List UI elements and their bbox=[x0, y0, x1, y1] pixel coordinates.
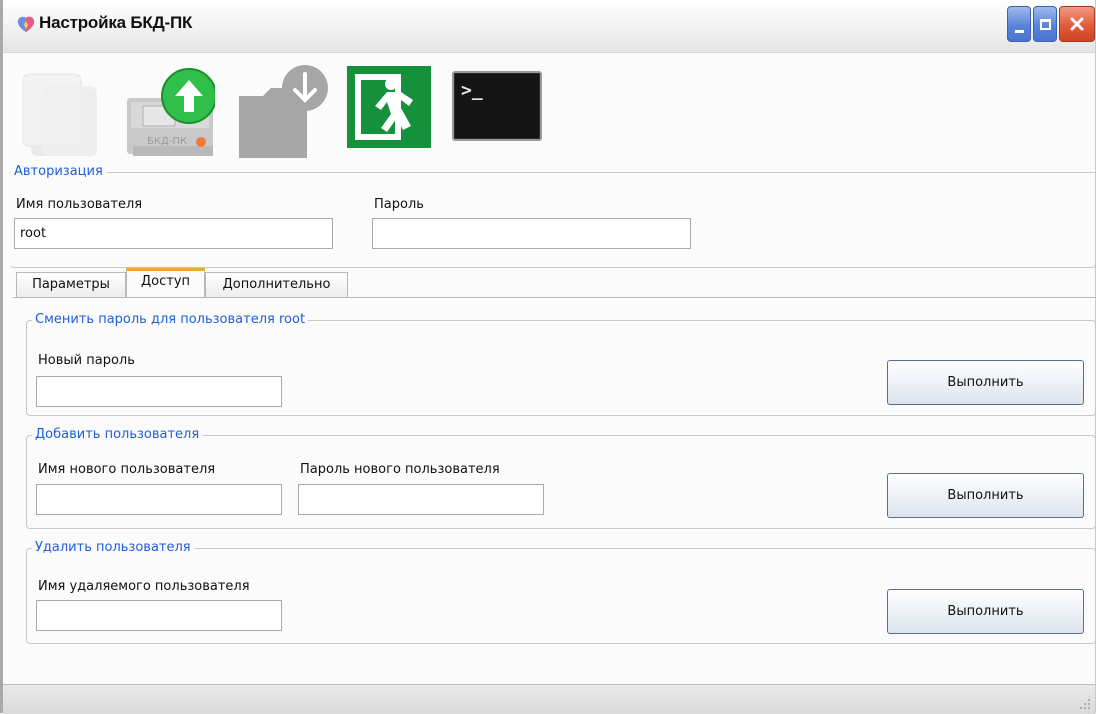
status-bar bbox=[3, 684, 1095, 714]
terminal-icon: >_ bbox=[452, 71, 542, 141]
change-password-group: Сменить пароль для пользователя root Нов… bbox=[26, 312, 1096, 416]
app-icon bbox=[17, 16, 35, 32]
delete-user-execute-button[interactable]: Выполнить bbox=[887, 589, 1084, 634]
maximize-icon bbox=[1039, 18, 1051, 30]
delete-user-group: Удалить пользователя Имя удаляемого поль… bbox=[26, 540, 1096, 644]
close-icon bbox=[1070, 17, 1084, 31]
auth-group-title: Авторизация bbox=[11, 164, 106, 180]
new-document-button[interactable] bbox=[21, 62, 113, 162]
resize-grip-icon[interactable] bbox=[1079, 698, 1091, 710]
close-button[interactable] bbox=[1059, 6, 1095, 42]
title-bar[interactable]: Настройка БКД-ПК bbox=[3, 0, 1095, 53]
exit-button[interactable] bbox=[347, 62, 439, 162]
exit-running-man-icon bbox=[347, 66, 431, 148]
tab-bar: Параметры Доступ Дополнительно bbox=[13, 268, 913, 298]
password-label: Пароль bbox=[374, 197, 424, 212]
auth-group: Авторизация Имя пользователя Пароль bbox=[10, 164, 1096, 268]
delete-username-input[interactable] bbox=[36, 600, 282, 631]
add-user-title: Добавить пользователя bbox=[32, 427, 203, 443]
tab-additional[interactable]: Дополнительно bbox=[205, 272, 348, 298]
tab-panel-access: Сменить пароль для пользователя root Нов… bbox=[13, 297, 1096, 667]
change-password-execute-button[interactable]: Выполнить bbox=[887, 360, 1084, 405]
password-input[interactable] bbox=[372, 218, 691, 249]
new-user-password-input[interactable] bbox=[298, 484, 544, 515]
download-folder-icon bbox=[239, 65, 328, 158]
add-user-group: Добавить пользователя Имя нового пользов… bbox=[26, 427, 1096, 529]
tab-access[interactable]: Доступ bbox=[126, 268, 205, 298]
change-password-title: Сменить пароль для пользователя root bbox=[32, 312, 309, 328]
new-password-input[interactable] bbox=[36, 376, 282, 407]
download-button[interactable] bbox=[235, 62, 328, 162]
maximize-button[interactable] bbox=[1033, 6, 1057, 42]
main-window: Настройка БКД-ПК БКД-ПК >_ Авторизация И… bbox=[0, 0, 1096, 714]
new-username-label: Имя нового пользователя bbox=[38, 462, 216, 477]
username-label: Имя пользователя bbox=[16, 197, 143, 212]
terminal-glyph: >_ bbox=[461, 80, 483, 101]
upload-caption: БКД-ПК bbox=[147, 136, 187, 147]
new-password-label: Новый пароль bbox=[38, 353, 135, 368]
add-user-execute-button[interactable]: Выполнить bbox=[887, 473, 1084, 518]
document-stack-icon bbox=[22, 73, 97, 156]
tab-parameters[interactable]: Параметры bbox=[16, 272, 126, 298]
terminal-button[interactable]: >_ bbox=[451, 62, 543, 162]
delete-username-label: Имя удаляемого пользователя bbox=[38, 579, 250, 594]
new-user-password-label: Пароль нового пользователя bbox=[300, 462, 500, 477]
delete-user-title: Удалить пользователя bbox=[32, 540, 194, 556]
window-title: Настройка БКД-ПК bbox=[39, 13, 193, 32]
new-username-input[interactable] bbox=[36, 484, 282, 515]
upload-button[interactable]: БКД-ПК bbox=[123, 62, 217, 162]
minimize-icon bbox=[1014, 29, 1024, 33]
toolbar: БКД-ПК >_ bbox=[21, 62, 581, 162]
username-input[interactable] bbox=[14, 218, 333, 249]
minimize-button[interactable] bbox=[1007, 6, 1031, 42]
upload-device-icon bbox=[127, 68, 217, 156]
